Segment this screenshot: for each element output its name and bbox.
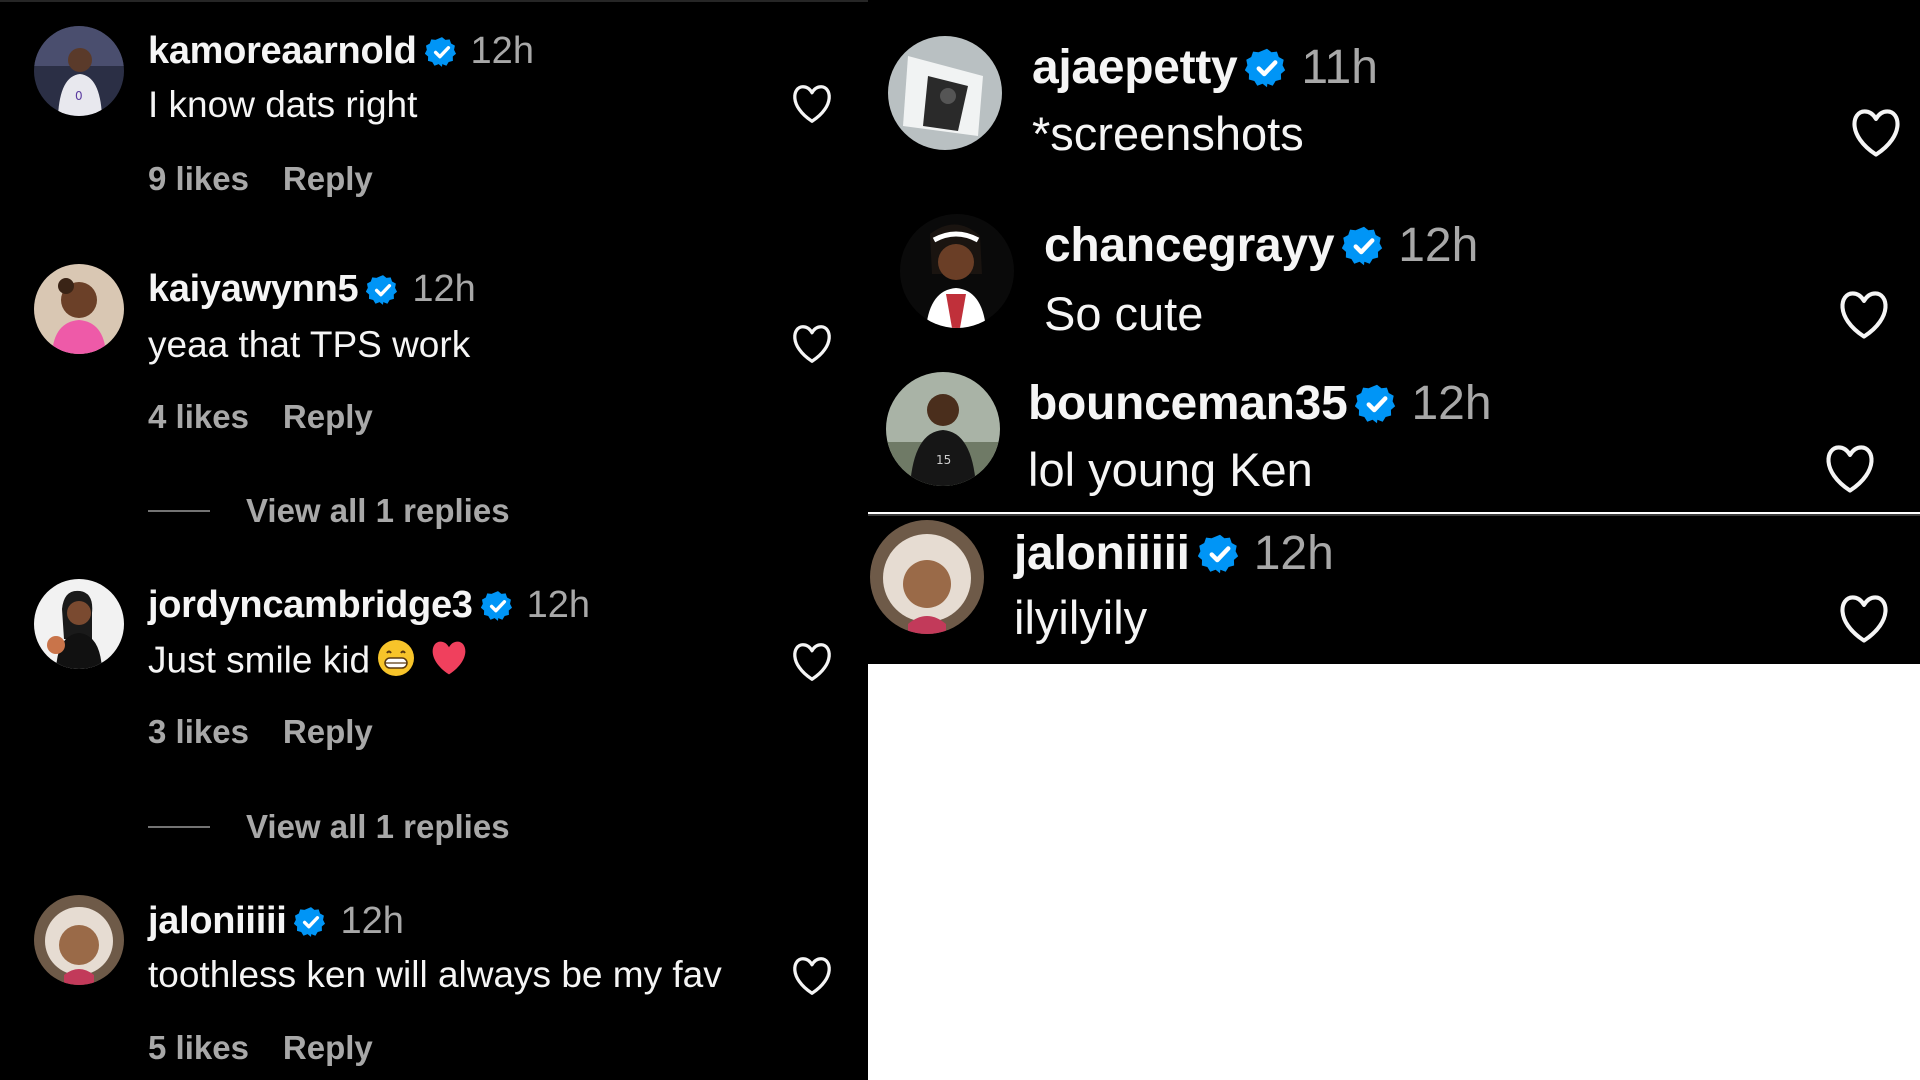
comment-text: *screenshots xyxy=(1032,107,1304,160)
username[interactable]: jordyncambridge3 xyxy=(148,584,473,627)
comment-text: yeaa that TPS work xyxy=(148,324,471,365)
timestamp: 12h xyxy=(1253,527,1334,580)
heart-outline-icon[interactable] xyxy=(790,956,834,996)
verified-badge-icon xyxy=(366,273,400,307)
right-comments-panel: ajaepetty 11h *screenshots chancegrayy 1… xyxy=(868,0,1920,512)
red-heart-emoji xyxy=(428,639,470,686)
avatar[interactable]: 15 xyxy=(886,372,1000,486)
timestamp: 12h xyxy=(1411,377,1492,430)
verified-badge-icon xyxy=(1197,532,1242,576)
verified-badge-icon xyxy=(1245,46,1289,90)
verified-badge-icon xyxy=(424,35,459,69)
left-comments-panel: 0 kamoreaarnold 12h I know dats right 9 … xyxy=(0,0,868,1080)
timestamp: 12h xyxy=(340,900,404,942)
reply-button[interactable]: Reply xyxy=(283,398,373,436)
comment-text: Just smile kid xyxy=(148,639,371,681)
timestamp: 12h xyxy=(470,30,534,72)
heart-outline-icon[interactable] xyxy=(1836,290,1892,340)
heart-outline-icon[interactable] xyxy=(790,84,834,124)
heart-outline-icon[interactable] xyxy=(1836,594,1892,644)
username[interactable]: jaloniiiii xyxy=(148,900,287,943)
username[interactable]: jaloniiiii xyxy=(1014,526,1190,581)
avatar[interactable] xyxy=(900,214,1014,328)
svg-text:0: 0 xyxy=(75,89,83,103)
timestamp: 11h xyxy=(1301,41,1378,94)
timestamp: 12h xyxy=(1398,219,1479,272)
view-replies-button[interactable]: View all 1 replies xyxy=(148,492,510,530)
comment-text: I know dats right xyxy=(148,84,418,125)
heart-outline-icon[interactable] xyxy=(1822,444,1878,494)
username[interactable]: kaiyawynn5 xyxy=(148,268,359,311)
right-comment-card: jaloniiiii 12h ilyilyily xyxy=(868,514,1920,664)
verified-badge-icon xyxy=(1355,382,1399,426)
verified-badge-icon xyxy=(480,589,515,623)
view-replies-label: View all 1 replies xyxy=(246,808,510,845)
grinning-face-emoji xyxy=(376,638,416,687)
avatar[interactable] xyxy=(34,264,124,354)
like-count[interactable]: 5 likes xyxy=(148,1029,249,1067)
username[interactable]: kamoreaarnold xyxy=(148,30,417,73)
reply-button[interactable]: Reply xyxy=(283,160,373,198)
comment-text: toothless ken will always be my fav xyxy=(148,954,722,995)
comment-text: So cute xyxy=(1044,287,1204,340)
view-replies-label: View all 1 replies xyxy=(246,492,510,529)
avatar[interactable] xyxy=(870,520,984,634)
avatar[interactable]: 0 xyxy=(34,26,124,116)
username[interactable]: chancegrayy xyxy=(1044,218,1335,273)
like-count[interactable]: 4 likes xyxy=(148,398,249,436)
divider xyxy=(148,826,210,828)
verified-badge-icon xyxy=(294,905,328,939)
avatar[interactable] xyxy=(34,895,124,985)
heart-outline-icon[interactable] xyxy=(790,642,834,682)
like-count[interactable]: 9 likes xyxy=(148,160,249,198)
comment-text: ilyilyily xyxy=(1014,591,1148,644)
comment-text: lol young Ken xyxy=(1028,443,1313,496)
verified-badge-icon xyxy=(1342,224,1386,268)
timestamp: 12h xyxy=(412,268,476,310)
reply-button[interactable]: Reply xyxy=(283,1029,373,1067)
heart-outline-icon[interactable] xyxy=(1848,108,1904,158)
username[interactable]: ajaepetty xyxy=(1032,40,1238,95)
like-count[interactable]: 3 likes xyxy=(148,713,249,751)
view-replies-button[interactable]: View all 1 replies xyxy=(148,808,510,846)
svg-text:15: 15 xyxy=(936,453,951,467)
timestamp: 12h xyxy=(526,584,591,626)
username[interactable]: bounceman35 xyxy=(1028,376,1348,431)
heart-outline-icon[interactable] xyxy=(790,324,834,364)
reply-button[interactable]: Reply xyxy=(283,713,373,751)
avatar[interactable] xyxy=(34,579,124,669)
avatar[interactable] xyxy=(888,36,1002,150)
divider xyxy=(148,510,210,512)
